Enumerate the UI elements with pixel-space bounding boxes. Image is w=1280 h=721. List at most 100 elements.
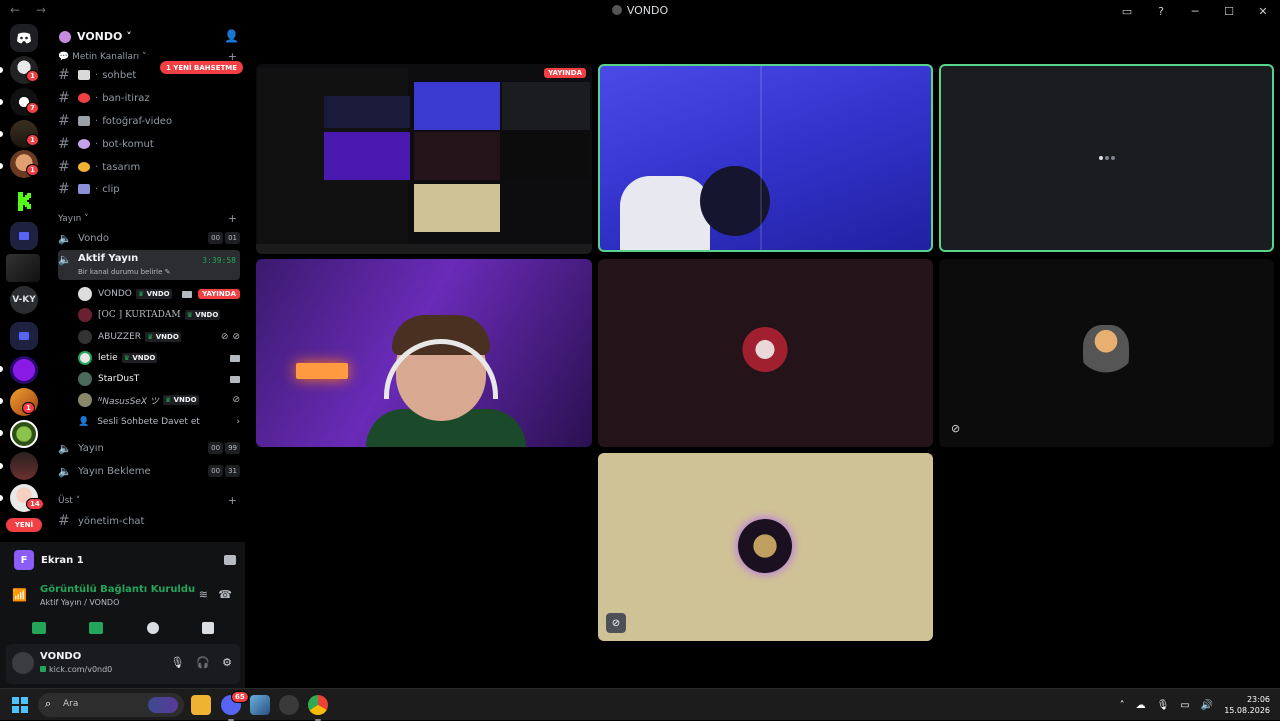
cloud-icon[interactable]: ☁ [1136, 700, 1146, 711]
server-folder-icon[interactable] [10, 222, 38, 250]
app-icon-2[interactable] [279, 695, 299, 715]
separator: · [95, 161, 99, 173]
soundboard-icon[interactable] [202, 622, 215, 634]
microphone-icon[interactable]: 🎙 [1157, 700, 1170, 711]
clock-time: 23:06 [1246, 695, 1270, 704]
count-right: 31 [225, 465, 240, 477]
discord-home-icon[interactable] [10, 24, 38, 52]
avatar [78, 330, 92, 344]
discord-window: ← → VONDO ▭ ? ─ ☐ ✕ 1 7 1 1 V-KY 1 14 YE… [0, 0, 1280, 688]
channel-fotograf-video[interactable]: # · fotoğraf-video [58, 111, 240, 131]
user-controls: 🎙 🎧 ⚙ [170, 656, 232, 669]
stream-tile-screen-share[interactable]: YAYINDA [256, 64, 592, 254]
taskbar-search[interactable]: ⌕ Ara [38, 693, 184, 717]
chevron-right-icon: › [236, 417, 240, 427]
mic-muted-icon: ⊘ [232, 395, 240, 405]
server-vky[interactable]: V-KY [10, 286, 38, 314]
nested-tile-preview [414, 184, 500, 232]
add-user-icon[interactable]: 👤 [224, 29, 239, 43]
network-icon[interactable]: ▭ [1180, 700, 1189, 711]
user-count: 00 31 [208, 465, 240, 477]
channel-ban-itiraz[interactable]: # · ban-itiraz [58, 88, 240, 108]
inbox-icon[interactable]: ▭ [1110, 5, 1144, 18]
category-metin[interactable]: 💬 Metin Kanalları ˅ [58, 52, 147, 62]
avatar[interactable] [12, 652, 34, 674]
nested-tile-preview [502, 132, 590, 180]
channel-clip[interactable]: # · clip [58, 179, 240, 199]
server-avatar-6[interactable] [10, 356, 38, 384]
help-icon[interactable]: ? [1144, 5, 1178, 18]
guild-header[interactable]: VONDO ˅ 👤 [50, 22, 245, 52]
voice-channel-yayin[interactable]: 🔈 Yayın 00 99 [58, 438, 240, 458]
headphones-icon[interactable]: 🎧 [196, 656, 210, 669]
call-controls [10, 616, 236, 640]
app-icon[interactable] [250, 695, 270, 715]
stream-tile-webcam[interactable] [256, 259, 592, 447]
invite-to-voice[interactable]: 👤 Sesli Sohbete Davet et › [78, 412, 240, 432]
chevron-up-icon[interactable]: ˄ [1120, 700, 1125, 711]
channel-yonetim-chat[interactable]: # yönetim-chat [58, 511, 240, 531]
channel-tasarim[interactable]: # · tasarım [58, 157, 240, 177]
file-explorer-icon[interactable] [191, 695, 211, 715]
add-channel-icon[interactable]: + [228, 494, 237, 507]
connection-title[interactable]: Görüntülü Bağlantı Kuruldu [40, 584, 195, 595]
disconnect-icon[interactable]: ☎ [218, 588, 232, 601]
connection-subtitle[interactable]: Aktif Yayın / VONDO [40, 598, 119, 607]
server-folder-icon[interactable] [10, 322, 38, 350]
nested-tile-preview [324, 132, 410, 180]
stream-tile-camera-blue[interactable] [598, 64, 933, 252]
new-mention-pill[interactable]: 1 YENİ BAHSETME [160, 61, 244, 74]
voice-member[interactable]: ABUZZERVNDO ⊘⊘ [78, 327, 240, 347]
screen-share-row[interactable]: F Ekran 1 [14, 548, 236, 572]
volume-icon[interactable]: 🔊 [1201, 700, 1213, 711]
channel-bot-komut[interactable]: # · bot-komut [58, 134, 240, 154]
voice-member[interactable]: letieVNDO [78, 348, 240, 368]
screen-share-icon[interactable] [89, 622, 104, 634]
avatar [78, 351, 92, 365]
category-ust[interactable]: Üst ˅ [58, 496, 80, 506]
clock[interactable]: 23:06 15.08.2026 [1224, 694, 1270, 716]
channel-status[interactable]: Bir kanal durumu belirle ✎ [78, 268, 171, 276]
stop-share-icon[interactable] [224, 555, 236, 565]
new-unreads-pill[interactable]: YENİ [6, 518, 42, 532]
kick-server-icon[interactable] [10, 186, 38, 214]
server-avatar-5[interactable] [6, 254, 40, 282]
guild-tag: VNDO [162, 395, 199, 405]
gear-icon[interactable]: ⚙ [222, 656, 232, 669]
voice-member[interactable]: [OC ] KURTADAMVNDO [78, 305, 240, 325]
category-yayin[interactable]: Yayın ˅ [58, 214, 89, 224]
chrome-icon[interactable] [308, 695, 328, 721]
close-button[interactable]: ✕ [1246, 5, 1280, 18]
voice-channel-aktif-yayin[interactable]: 🔈 Aktif Yayın 3:39:58 Bir kanal durumu b… [58, 250, 240, 280]
clock-date: 15.08.2026 [1224, 706, 1270, 715]
microphone-icon[interactable]: 🎙 [170, 656, 184, 669]
stream-tile-avatar-glasses[interactable]: ⊘ [939, 259, 1274, 447]
voice-member[interactable]: VONDOVNDO YAYINDA [78, 284, 240, 304]
member-name: letie [98, 353, 118, 363]
camera-icon [182, 290, 193, 298]
add-channel-icon[interactable]: + [228, 212, 237, 225]
discord-notification-badge: 65 [231, 691, 249, 703]
unread-pill [0, 99, 3, 105]
activities-icon[interactable] [146, 622, 159, 634]
username[interactable]: VONDO [40, 651, 81, 662]
noise-suppression-icon[interactable]: ≋ [199, 588, 208, 601]
minimize-button[interactable]: ─ [1178, 5, 1212, 18]
count-left: 00 [208, 465, 224, 477]
stream-tile-loading[interactable] [939, 64, 1274, 252]
signal-icon[interactable]: 📶 [12, 588, 27, 602]
voice-channel-vondo[interactable]: 🔈 Vondo 00 01 [58, 228, 240, 248]
server-avatar-9[interactable] [10, 452, 38, 480]
maximize-button[interactable]: ☐ [1212, 5, 1246, 18]
windows-start-icon[interactable] [12, 697, 28, 713]
voice-member[interactable]: StarDusT [78, 369, 240, 389]
voice-channel-yayin-bekleme[interactable]: 🔈 Yayın Bekleme 00 31 [58, 461, 240, 481]
stream-tile-avatar-joker[interactable] [598, 259, 933, 447]
camera-icon[interactable] [31, 622, 46, 634]
stream-tile-avatar-warrior[interactable]: ⊘ [598, 453, 933, 641]
nested-tile-preview [414, 132, 500, 180]
voice-member[interactable]: ᴺNasusSeX ツVNDO ⊘ [78, 390, 240, 410]
mention-badge: 1 [22, 402, 35, 414]
server-avatar-8[interactable] [10, 420, 38, 448]
loading-indicator [1098, 156, 1115, 160]
